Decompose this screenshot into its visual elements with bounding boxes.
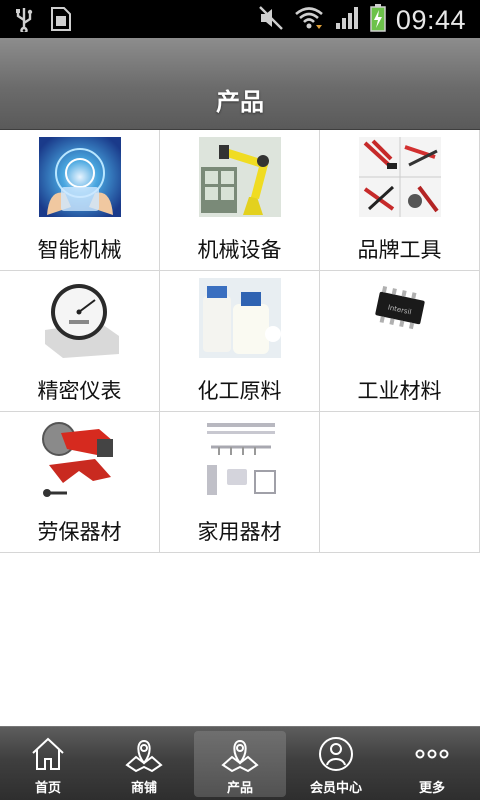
more-icon (384, 735, 480, 773)
status-bar: 09:44 (0, 0, 480, 38)
map-icon (192, 735, 288, 773)
clock: 09:44 (395, 4, 466, 35)
product-tile[interactable]: 品牌工具 (320, 130, 480, 270)
product-label: 智能机械 (37, 238, 122, 262)
wifi-icon (294, 5, 324, 35)
usb-icon (14, 6, 34, 36)
grid-row: 劳保器材 家用器材 (0, 412, 480, 553)
product-tile[interactable]: 机械设备 (160, 130, 320, 270)
page-title: 产品 (216, 88, 264, 116)
ic-chip-image: Intersil (359, 278, 441, 358)
product-label: 劳保器材 (37, 520, 122, 544)
empty-tile (320, 412, 480, 552)
smart-machinery-image (39, 137, 121, 217)
pressure-gauge-image (39, 278, 121, 358)
bottom-nav: 首页 商铺 产品 会员中心 更多 (0, 726, 480, 800)
home-icon (0, 735, 96, 773)
nav-home[interactable]: 首页 (0, 727, 96, 801)
product-tile[interactable]: 家用器材 (160, 412, 320, 552)
product-label: 精密仪表 (37, 379, 122, 403)
battery-charging-icon (370, 4, 386, 36)
chemical-bottles-image (199, 278, 281, 358)
robot-arm-image (199, 137, 281, 217)
bathroom-rack-image (199, 419, 281, 499)
product-tile[interactable]: 智能机械 (0, 130, 160, 270)
grid-row: 智能机械 机械设备 品牌工具 (0, 130, 480, 271)
product-tile[interactable]: 劳保器材 (0, 412, 160, 552)
product-label: 工业材料 (357, 379, 442, 403)
title-bar: 产品 (0, 38, 480, 130)
map-icon (96, 735, 192, 773)
signal-icon (334, 5, 360, 35)
pliers-tools-image (359, 137, 441, 217)
grid-row: 精密仪表 化工原料 Intersil 工业材料 (0, 271, 480, 412)
product-label: 品牌工具 (357, 238, 442, 262)
nav-more[interactable]: 更多 (384, 727, 480, 801)
product-grid: 智能机械 机械设备 品牌工具 精密仪表 化工原料 Intersil 工业材料 劳… (0, 130, 480, 553)
product-label: 机械设备 (197, 238, 282, 262)
user-icon (288, 735, 384, 773)
cutting-saw-image (39, 419, 121, 499)
product-tile[interactable]: 精密仪表 (0, 271, 160, 411)
sim-card-icon (50, 6, 72, 36)
product-tile[interactable]: 化工原料 (160, 271, 320, 411)
product-label: 化工原料 (197, 379, 282, 403)
nav-shops[interactable]: 商铺 (96, 727, 192, 801)
nav-member-center[interactable]: 会员中心 (288, 727, 384, 801)
product-tile[interactable]: Intersil 工业材料 (320, 271, 480, 411)
product-label: 家用器材 (197, 520, 282, 544)
nav-products[interactable]: 产品 (192, 727, 288, 801)
mute-icon (258, 5, 284, 35)
